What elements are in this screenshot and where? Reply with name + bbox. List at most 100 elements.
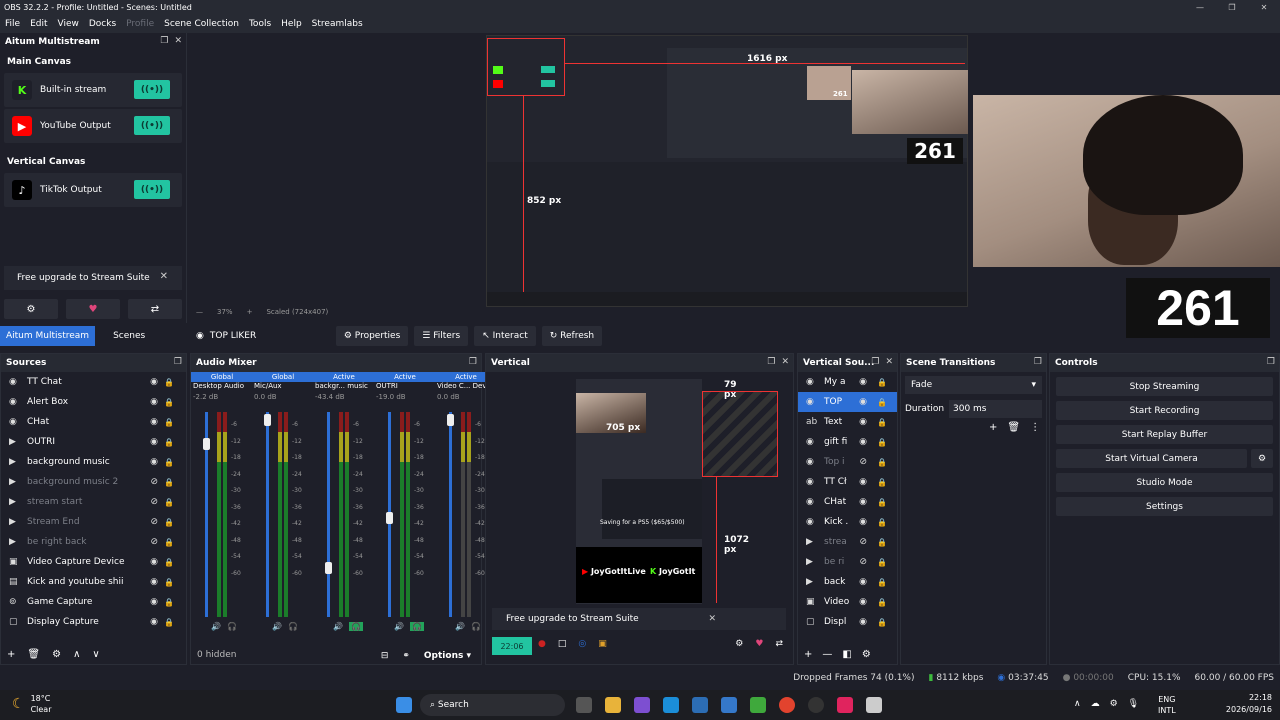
visibility-icon[interactable]: ◉ xyxy=(859,437,867,447)
slider-handle[interactable] xyxy=(203,438,210,450)
channel-name[interactable]: Desktop Audio xyxy=(191,382,253,393)
visibility-icon[interactable]: ⊘ xyxy=(150,497,158,507)
start-virtual-camera-button[interactable]: Start Virtual Camera xyxy=(1056,449,1247,468)
source-item[interactable]: ⊚ Game Capture ◉ 🔒 xyxy=(1,592,186,612)
mic-icon[interactable]: 🎙 xyxy=(1128,699,1139,709)
close-icon[interactable]: ✕ xyxy=(174,36,182,46)
source-item[interactable]: ▶ background music ◉ 🔒 xyxy=(1,452,186,472)
layout-icon[interactable]: ◧ xyxy=(842,649,851,660)
close-icon[interactable]: ✕ xyxy=(708,614,716,624)
scaling-select[interactable]: Scaled (724x407) xyxy=(266,308,328,316)
camera-icon[interactable]: ▣ xyxy=(598,639,607,649)
lock-icon[interactable]: 🔒 xyxy=(877,478,887,487)
tab-scenes[interactable]: Scenes xyxy=(95,326,151,346)
heart-icon[interactable]: ♥ xyxy=(66,299,120,319)
task-view-icon[interactable] xyxy=(576,697,592,713)
gear-icon[interactable]: ⚙ xyxy=(4,299,58,319)
slider-handle[interactable] xyxy=(447,414,454,426)
stop-streaming-button[interactable]: Stop Streaming xyxy=(1056,377,1273,396)
obs-icon[interactable] xyxy=(808,697,824,713)
upgrade-banner[interactable]: Free upgrade to Stream Suite ✕ xyxy=(492,608,786,630)
refresh-button[interactable]: ↻ Refresh xyxy=(541,326,603,346)
add-icon[interactable]: + xyxy=(804,649,812,660)
visibility-icon[interactable]: ⊘ xyxy=(150,537,158,547)
windows-start-icon[interactable] xyxy=(396,697,412,713)
headphones-icon[interactable]: 🎧 xyxy=(471,622,481,631)
speaker-icon[interactable]: 🔊 xyxy=(333,622,343,631)
duration-input[interactable]: 300 ms xyxy=(949,400,1042,418)
settings-button[interactable]: Settings xyxy=(1056,497,1273,516)
visibility-icon[interactable]: ◉ xyxy=(859,397,867,407)
visibility-icon[interactable]: ◉ xyxy=(150,377,158,387)
source-item[interactable]: ▶ strea ⊘ 🔒 xyxy=(798,532,897,552)
visibility-icon[interactable]: ◉ xyxy=(859,497,867,507)
lock-icon[interactable]: 🔒 xyxy=(164,558,174,567)
language-indicator[interactable]: ENG INTL xyxy=(1158,694,1176,716)
lock-icon[interactable]: 🔒 xyxy=(877,378,887,387)
lock-icon[interactable]: 🔒 xyxy=(164,478,174,487)
source-item[interactable]: ▶ Stream End ⊘ 🔒 xyxy=(1,512,186,532)
source-item[interactable]: ▶ back ◉ 🔒 xyxy=(798,572,897,592)
source-item[interactable]: ◉ TT Chat ◉ 🔒 xyxy=(1,372,186,392)
onenote-icon[interactable] xyxy=(634,697,650,713)
link-icon[interactable]: ⚭ xyxy=(402,651,410,661)
xbox-icon[interactable] xyxy=(750,697,766,713)
source-item[interactable]: ab Text ◉ 🔒 xyxy=(798,412,897,432)
channel-name[interactable]: backgr... music xyxy=(313,382,375,393)
source-item[interactable]: ◉ CHat ◉ 🔒 xyxy=(1,412,186,432)
visibility-icon[interactable]: ◉ xyxy=(150,417,158,427)
menu-streamlabs[interactable]: Streamlabs xyxy=(307,19,368,29)
visibility-icon[interactable]: ◉ xyxy=(859,517,867,527)
visibility-icon[interactable]: ◉ xyxy=(859,617,867,627)
slider-handle[interactable] xyxy=(264,414,271,426)
visibility-icon[interactable]: ⊘ xyxy=(150,477,158,487)
headphones-icon[interactable]: 🎧 xyxy=(409,622,424,631)
cloud-icon[interactable]: ☁ xyxy=(1091,699,1100,709)
remove-icon[interactable]: — xyxy=(822,649,832,660)
visibility-icon[interactable]: ◉ xyxy=(150,617,158,627)
menu-profile[interactable]: Profile xyxy=(121,19,159,29)
tab-aitum-multistream[interactable]: Aitum Multistream xyxy=(0,326,96,346)
more-icon[interactable]: ⋮ xyxy=(1030,422,1040,433)
visibility-icon[interactable]: ⊘ xyxy=(859,557,867,567)
stream-toggle-button[interactable]: ((•)) xyxy=(134,116,170,135)
gear-icon[interactable]: ⚙ xyxy=(1251,449,1273,468)
lock-icon[interactable]: 🔒 xyxy=(877,458,887,467)
float-icon[interactable]: ❐ xyxy=(1267,357,1275,367)
options-button[interactable]: Options ▾ xyxy=(424,651,471,661)
headphones-icon[interactable]: 🎧 xyxy=(227,622,237,631)
source-item[interactable]: ◉ CHat ◉ 🔒 xyxy=(798,492,897,512)
chevron-up-icon[interactable]: ∧ xyxy=(1074,699,1081,709)
menu-scene-collection[interactable]: Scene Collection xyxy=(159,19,244,29)
lock-icon[interactable]: 🔒 xyxy=(877,558,887,567)
properties-button[interactable]: ⚙ Properties xyxy=(335,326,409,346)
lock-icon[interactable]: 🔒 xyxy=(164,498,174,507)
visibility-icon[interactable]: ◉ xyxy=(859,597,867,607)
source-item[interactable]: ▤ Kick and youtube shii ◉ 🔒 xyxy=(1,572,186,592)
speaker-icon[interactable]: 🔊 xyxy=(272,622,282,631)
visibility-icon[interactable]: ⊘ xyxy=(859,457,867,467)
visibility-icon[interactable]: ◉ xyxy=(859,417,867,427)
lock-icon[interactable]: 🔒 xyxy=(877,438,887,447)
zoom-out-button[interactable]: — xyxy=(196,308,203,316)
source-item[interactable]: ◉ Alert Box ◉ 🔒 xyxy=(1,392,186,412)
float-icon[interactable]: ❐ xyxy=(871,357,879,367)
source-item[interactable]: ▶ stream start ⊘ 🔒 xyxy=(1,492,186,512)
lock-icon[interactable]: 🔒 xyxy=(164,398,174,407)
transition-select[interactable]: Fade ▾ xyxy=(905,376,1042,394)
visibility-icon[interactable]: ◉ xyxy=(150,397,158,407)
move-down-icon[interactable]: ∨ xyxy=(92,649,99,660)
source-item[interactable]: ◉ gift fi ◉ 🔒 xyxy=(798,432,897,452)
share-icon[interactable]: ⇄ xyxy=(775,639,783,649)
vertical-canvas[interactable]: Saving for a PS5 ($65/$500) ▶ JoyGotItLi… xyxy=(576,379,778,604)
visibility-icon[interactable]: ⊘ xyxy=(150,517,158,527)
source-item[interactable]: ▶ be right back ⊘ 🔒 xyxy=(1,532,186,552)
gear-icon[interactable]: ⚙ xyxy=(52,649,61,660)
maximize-icon[interactable]: ❐ xyxy=(1216,0,1248,15)
layout-icon[interactable]: ⊟ xyxy=(381,651,389,661)
stream-toggle-button[interactable]: ((•)) xyxy=(134,180,170,199)
close-icon[interactable]: ✕ xyxy=(885,357,893,367)
record-icon[interactable]: ● xyxy=(538,639,546,649)
trash-icon[interactable]: 🗑 xyxy=(1007,422,1020,433)
channel-name[interactable]: Mic/Aux xyxy=(252,382,314,393)
